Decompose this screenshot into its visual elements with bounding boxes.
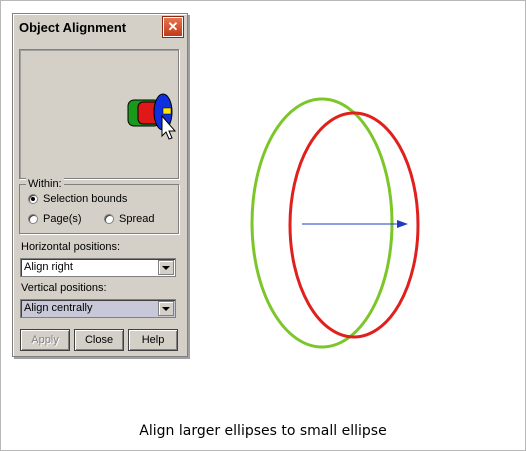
dialog-title: Object Alignment: [19, 20, 127, 35]
radio-selection-bounds-label: Selection bounds: [43, 193, 128, 205]
horizontal-positions-value: Align right: [24, 261, 73, 273]
alignment-arrow-head: [397, 220, 408, 228]
figure-caption: Align larger ellipses to small ellipse: [139, 423, 387, 439]
radio-pages-label: Page(s): [43, 213, 82, 225]
radio-spread-dot[interactable]: [104, 214, 114, 224]
chevron-down-icon[interactable]: [158, 301, 174, 316]
vertical-positions-label: Vertical positions:: [21, 282, 107, 294]
dialog-titlebar[interactable]: Object Alignment ✕: [15, 16, 185, 38]
radio-spread[interactable]: Spread: [104, 213, 154, 225]
radio-selection-bounds[interactable]: Selection bounds: [28, 193, 127, 205]
radio-pages[interactable]: Page(s): [28, 213, 82, 225]
radio-spread-label: Spread: [119, 213, 155, 225]
within-legend: Within:: [26, 178, 64, 190]
object-alignment-dialog: Object Alignment ✕ Within: Selection bou…: [12, 13, 188, 357]
apply-button[interactable]: Apply: [20, 329, 70, 351]
horizontal-positions-label: Horizontal positions:: [21, 241, 121, 253]
close-button[interactable]: Close: [74, 329, 124, 351]
vertical-positions-select[interactable]: Align centrally: [20, 299, 176, 318]
close-icon[interactable]: ✕: [162, 16, 184, 38]
help-button[interactable]: Help: [128, 329, 178, 351]
within-group: Within: Selection bounds Page(s) Spread: [19, 178, 179, 234]
chevron-down-icon[interactable]: [158, 260, 174, 275]
radio-selection-bounds-dot[interactable]: [28, 194, 38, 204]
preview-yellow-mark: [162, 107, 172, 115]
vertical-positions-value: Align centrally: [24, 302, 93, 314]
horizontal-positions-select[interactable]: Align right: [20, 258, 176, 277]
alignment-preview: [19, 49, 179, 179]
large-green-ellipse[interactable]: [250, 97, 394, 349]
radio-pages-dot[interactable]: [28, 214, 38, 224]
